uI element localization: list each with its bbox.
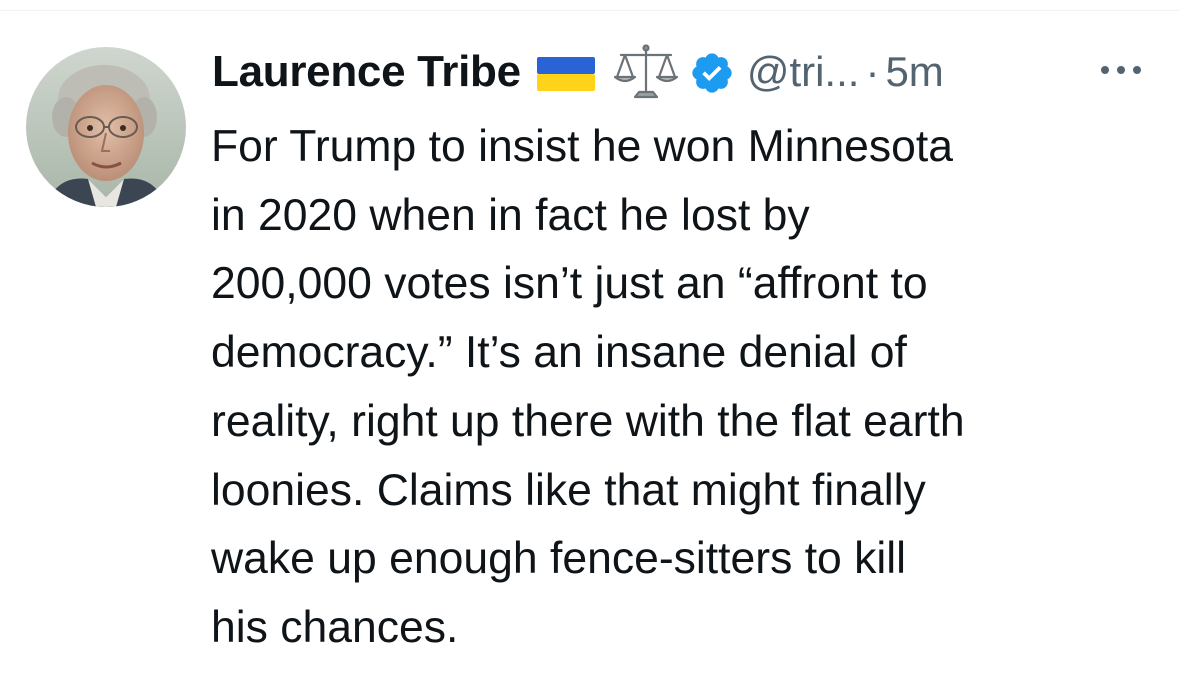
separator-dot: · — [865, 48, 880, 95]
author-avatar[interactable] — [26, 47, 186, 207]
tweet-text-line: 200,000 votes isn’t just an “affront to — [211, 259, 928, 309]
tweet-text-line: reality, right up there with the flat ea… — [211, 396, 965, 446]
tweet-timestamp[interactable]: 5m — [885, 48, 943, 96]
more-options-icon[interactable] — [1096, 58, 1146, 82]
person-avatar-icon — [26, 47, 186, 207]
ukraine-flag-icon — [536, 57, 595, 91]
balance-scale-icon — [613, 43, 679, 101]
top-divider — [0, 10, 1179, 11]
tweet-text-line: in 2020 when in fact he lost by — [211, 190, 810, 240]
tweet-text: For Trump to insist he won Minnesota in … — [211, 113, 1161, 663]
author-display-name[interactable]: Laurence Tribe — [212, 47, 521, 97]
author-handle[interactable]: @tri... — [747, 48, 860, 96]
tweet-text-line: democracy.” It’s an insane denial of — [211, 328, 907, 378]
verified-badge-icon[interactable] — [689, 50, 735, 96]
tweet-text-line: For Trump to insist he won Minnesota — [211, 122, 953, 171]
tweet-text-line: loonies. Claims like that might finally — [211, 465, 926, 515]
tweet-header: Laurence Tribe @tri... · 5m — [212, 40, 1162, 104]
tweet-text-line: wake up enough fence-sitters to kill — [211, 534, 907, 584]
tweet-text-line: his chances. — [211, 602, 459, 652]
